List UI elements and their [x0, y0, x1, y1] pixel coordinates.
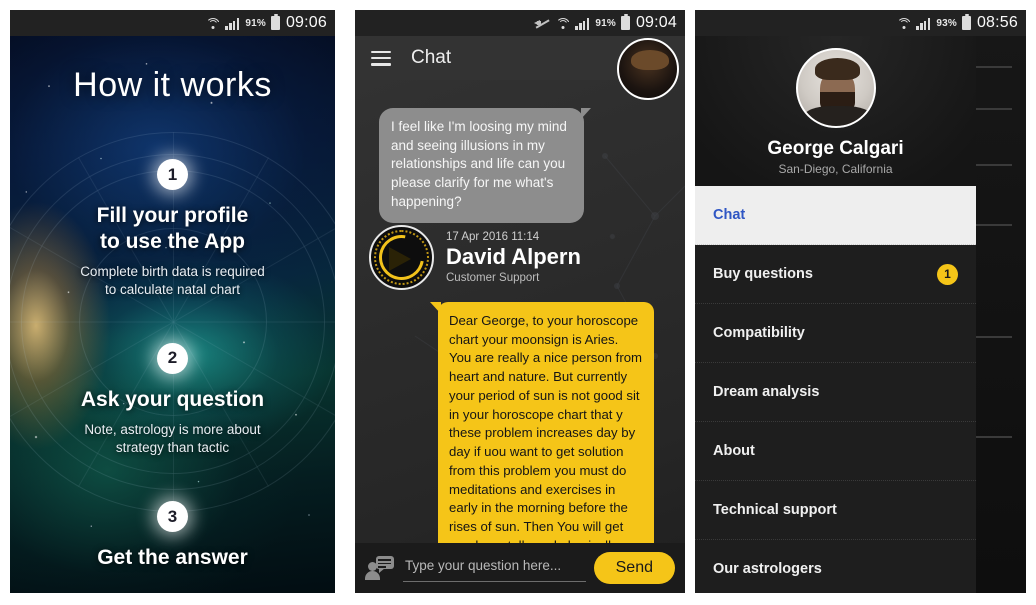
- drawer-profile-header[interactable]: George Calgari San-Diego, California: [695, 36, 976, 186]
- battery-icon: [620, 14, 630, 30]
- drawer-item-label: Technical support: [713, 502, 837, 518]
- message-timestamp: 17 Apr 2016 11:14: [446, 231, 540, 244]
- step-number-badge: 1: [156, 159, 188, 190]
- hamburger-icon[interactable]: [371, 50, 391, 66]
- battery-icon: [961, 14, 971, 30]
- drawer-item-about[interactable]: About: [695, 422, 976, 481]
- chat-bubble-text: Dear George, to your horoscope chart you…: [449, 313, 643, 572]
- message-sender-name: David Alpern: [446, 244, 581, 270]
- screenshot-stage: 91% 09:06 How it works 1 Fill your profi…: [0, 0, 1036, 605]
- status-icons: 91%: [534, 14, 630, 30]
- step-heading: Get the answer: [97, 546, 248, 570]
- drawer-item-label: Compatibility: [713, 325, 805, 341]
- chat-input-placeholder: Type your question here...: [405, 557, 562, 573]
- user-avatar: [617, 38, 679, 100]
- status-bar-chat: 91% 09:04: [355, 10, 685, 36]
- step-heading: Ask your question: [80, 387, 265, 411]
- clock-label: 09:06: [285, 14, 327, 31]
- drawer-item-label: Chat: [713, 207, 746, 223]
- page-title: How it works: [73, 66, 272, 104]
- clock-label: 09:04: [635, 14, 677, 31]
- user-message-icon: [365, 555, 395, 581]
- signal-icon: [916, 17, 931, 30]
- onboarding-content: How it works 1 Fill your profile to use …: [10, 36, 335, 593]
- status-bar-onboarding: 91% 09:06: [10, 10, 335, 36]
- onboarding-step-3: 3 Get the answer: [97, 501, 248, 571]
- onboarding-step-1: 1 Fill your profile to use the App Compl…: [80, 159, 265, 299]
- drawer-item-label: Buy questions: [713, 266, 813, 282]
- signal-icon: [225, 17, 240, 30]
- onboarding-step-2: 2 Ask your question Note, astrology is m…: [80, 342, 265, 457]
- status-icons: 91%: [205, 14, 280, 30]
- chat-input-bar: Type your question here... Send: [355, 543, 685, 593]
- chat-message-meta: 17 Apr 2016 11:14 David Alpern Customer …: [446, 231, 581, 283]
- navigation-drawer: George Calgari San-Diego, California Cha…: [695, 36, 976, 593]
- drawer-item-dream-analysis[interactable]: Dream analysis: [695, 363, 976, 422]
- chat-message-header: 17 Apr 2016 11:14 David Alpern Customer …: [369, 225, 581, 290]
- phone-panel-drawer: 93% 08:56 George Calgari San-Diego, Cali…: [695, 10, 1026, 593]
- agent-avatar: [369, 225, 434, 290]
- battery-icon: [270, 14, 280, 30]
- status-bar-drawer: 93% 08:56: [695, 10, 1026, 36]
- battery-percent-label: 91%: [245, 17, 266, 29]
- app-bar-title: Chat: [411, 47, 452, 68]
- step-subtext: Complete birth data is required to calcu…: [80, 264, 265, 298]
- battery-percent-label: 91%: [595, 17, 616, 29]
- step-number-badge: 3: [157, 501, 188, 533]
- signal-icon: [575, 17, 590, 30]
- clock-label: 08:56: [976, 14, 1018, 31]
- step-subtext: Note, astrology is more about strategy t…: [84, 422, 261, 456]
- phone-panel-onboarding: 91% 09:06 How it works 1 Fill your profi…: [10, 10, 335, 593]
- step-heading: Fill your profile to use the App: [96, 204, 249, 253]
- drawer-item-compatibility[interactable]: Compatibility: [695, 304, 976, 363]
- avatar: [795, 48, 876, 128]
- send-button[interactable]: Send: [593, 552, 675, 584]
- wifi-icon: [896, 17, 911, 30]
- drawer-item-technical-support[interactable]: Technical support: [695, 481, 976, 540]
- profile-name: George Calgari: [767, 138, 904, 159]
- chat-message-list[interactable]: I feel like I'm loosing my mind and seei…: [355, 38, 685, 586]
- chat-message-input[interactable]: Type your question here...: [403, 555, 586, 582]
- status-badge: 1: [937, 263, 958, 285]
- phone-panel-chat: 91% 09:04 Chat I feel like I'm loosing m…: [355, 10, 685, 593]
- drawer-item-label: Dream analysis: [713, 384, 820, 400]
- drawer-menu-list: Chat Buy questions 1 Compatibility Dream…: [695, 186, 976, 593]
- message-sender-role: Customer Support: [446, 271, 540, 284]
- drawer-item-our-astrologers[interactable]: Our astrologers: [695, 540, 976, 593]
- battery-percent-label: 93%: [936, 17, 957, 29]
- drawer-item-label: About: [713, 443, 755, 459]
- status-icons: 93%: [896, 14, 971, 30]
- profile-location: San-Diego, California: [778, 162, 893, 176]
- wifi-icon: [205, 17, 220, 30]
- mute-icon: [534, 17, 550, 30]
- drawer-item-chat[interactable]: Chat: [695, 186, 976, 245]
- step-number-badge: 2: [156, 342, 188, 374]
- drawer-item-label: Our astrologers: [713, 561, 822, 577]
- wifi-icon: [555, 17, 570, 30]
- drawer-item-buy-questions[interactable]: Buy questions 1: [695, 245, 976, 304]
- chat-bubble-text: I feel like I'm loosing my mind and seei…: [391, 119, 567, 209]
- chat-bubble-user: I feel like I'm loosing my mind and seei…: [379, 108, 591, 224]
